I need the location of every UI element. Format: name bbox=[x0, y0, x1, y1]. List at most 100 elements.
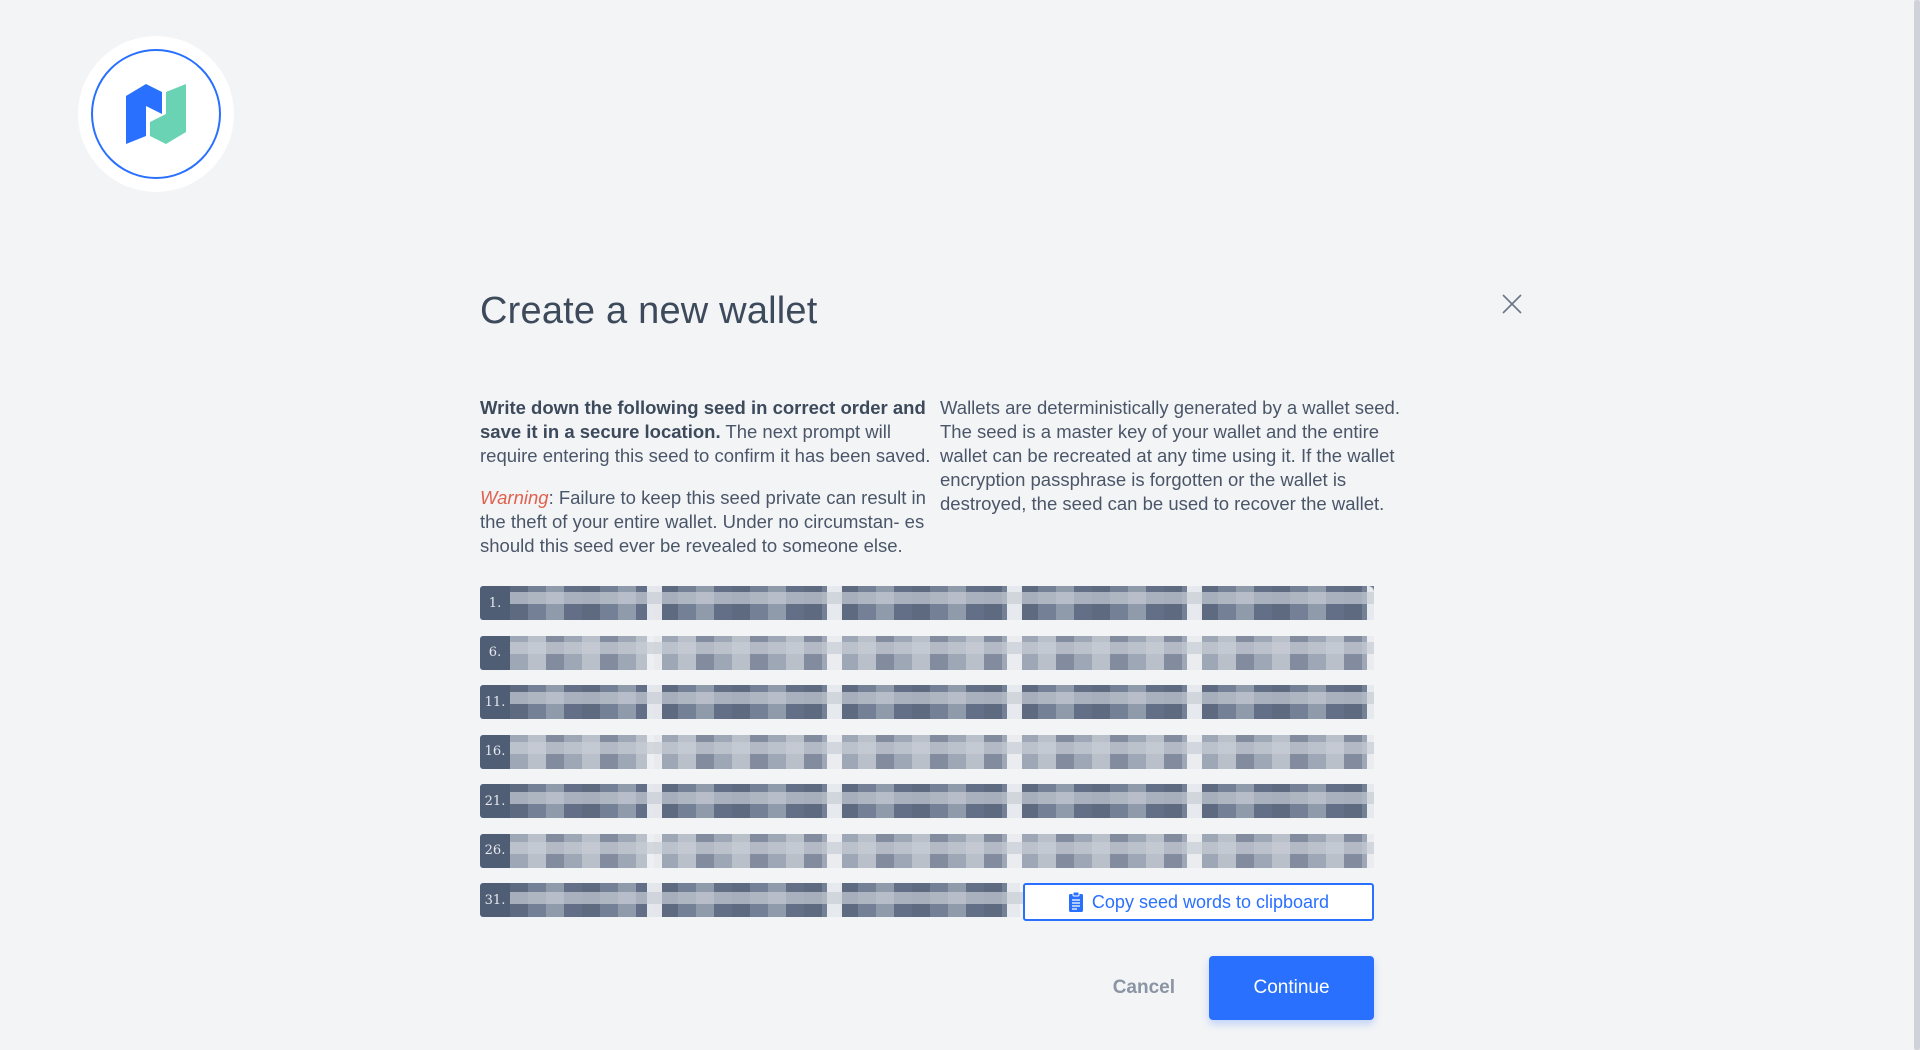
seed-word-redacted bbox=[1200, 784, 1374, 818]
seed-cell: 11. bbox=[480, 685, 660, 719]
seed-cell bbox=[1200, 635, 1374, 670]
continue-button[interactable]: Continue bbox=[1209, 956, 1374, 1020]
seed-word-redacted bbox=[1020, 833, 1200, 868]
seed-word-redacted bbox=[1020, 586, 1200, 620]
seed-row: 26. bbox=[480, 833, 1374, 868]
seed-cell bbox=[1200, 734, 1374, 769]
seed-word-redacted bbox=[660, 734, 840, 769]
seed-word-redacted bbox=[510, 833, 660, 868]
seed-cell bbox=[660, 586, 840, 620]
seed-word-redacted bbox=[840, 635, 1020, 670]
seed-word-grid: 1. 6. 11. 16. 21. 26. 31. bbox=[480, 586, 1374, 933]
warning-paragraph: Warning: Failure to keep this seed priva… bbox=[480, 486, 940, 558]
seed-cell bbox=[1020, 586, 1200, 620]
dialog-actions: Cancel Continue bbox=[480, 956, 1374, 1020]
seed-number: 1. bbox=[480, 586, 510, 620]
seed-word-redacted bbox=[510, 685, 660, 719]
seed-row: 1. bbox=[480, 586, 1374, 620]
seed-row: 6. bbox=[480, 635, 1374, 670]
info-columns: Write down the following seed in correct… bbox=[480, 396, 1400, 576]
seed-word-redacted bbox=[660, 586, 840, 620]
seed-cell bbox=[840, 635, 1020, 670]
seed-cell bbox=[660, 784, 840, 818]
seed-word-redacted bbox=[1200, 586, 1374, 620]
seed-cell bbox=[660, 833, 840, 868]
seed-cell bbox=[840, 685, 1020, 719]
seed-cell bbox=[1200, 586, 1374, 620]
copy-seed-label: Copy seed words to clipboard bbox=[1091, 891, 1330, 912]
instructions-column: Write down the following seed in correct… bbox=[480, 396, 940, 576]
create-wallet-dialog: Create a new wallet Write down the follo… bbox=[480, 290, 1522, 1020]
seed-cell: 26. bbox=[480, 833, 660, 868]
seed-row: 21. bbox=[480, 784, 1374, 818]
close-icon bbox=[1502, 294, 1522, 314]
close-button[interactable] bbox=[1498, 290, 1526, 318]
seed-row: 11. bbox=[480, 685, 1374, 719]
seed-word-redacted bbox=[510, 586, 660, 620]
app-logo bbox=[78, 36, 234, 192]
seed-cell bbox=[1020, 685, 1200, 719]
seed-word-redacted bbox=[1020, 734, 1200, 769]
seed-cell: 6. bbox=[480, 635, 660, 670]
seed-cell bbox=[1020, 635, 1200, 670]
seed-cell bbox=[1020, 833, 1200, 868]
seed-number: 6. bbox=[480, 635, 510, 670]
seed-word-redacted bbox=[840, 734, 1020, 769]
seed-cell: 31. bbox=[480, 883, 660, 917]
explanation-column: Wallets are deterministically generated … bbox=[940, 396, 1400, 576]
vertical-scrollbar[interactable] bbox=[1914, 0, 1920, 1050]
seed-word-redacted bbox=[840, 833, 1020, 868]
page-title: Create a new wallet bbox=[480, 290, 818, 332]
seed-cell bbox=[1200, 833, 1374, 868]
seed-cell bbox=[840, 734, 1020, 769]
seed-word-redacted bbox=[660, 784, 840, 818]
seed-row: 16. bbox=[480, 734, 1374, 769]
seed-word-redacted bbox=[510, 635, 660, 670]
seed-word-redacted bbox=[660, 635, 840, 670]
seed-cell bbox=[1200, 685, 1374, 719]
logo-ring bbox=[91, 49, 221, 179]
seed-word-redacted bbox=[1020, 784, 1200, 818]
seed-cell bbox=[840, 586, 1020, 620]
seed-word-redacted bbox=[1200, 635, 1374, 670]
seed-cell bbox=[1020, 734, 1200, 769]
seed-word-redacted bbox=[1200, 685, 1374, 719]
seed-word-redacted bbox=[1200, 734, 1374, 769]
cancel-button[interactable]: Cancel bbox=[1113, 977, 1175, 999]
seed-cell: 16. bbox=[480, 734, 660, 769]
seed-number: 16. bbox=[480, 734, 510, 769]
seed-cell bbox=[1200, 784, 1374, 818]
seed-word-redacted bbox=[510, 734, 660, 769]
seed-word-redacted bbox=[840, 784, 1020, 818]
seed-cell: 21. bbox=[480, 784, 660, 818]
warning-label: Warning bbox=[480, 487, 549, 508]
seed-cell bbox=[660, 883, 840, 917]
seed-number: 11. bbox=[480, 685, 510, 719]
seed-word-redacted bbox=[1020, 635, 1200, 670]
seed-cell bbox=[840, 833, 1020, 868]
seed-word-redacted bbox=[840, 586, 1020, 620]
seed-word-redacted bbox=[510, 784, 660, 818]
seed-word-redacted bbox=[510, 883, 660, 917]
scrollbar-thumb[interactable] bbox=[1914, 0, 1920, 1050]
seed-word-redacted bbox=[660, 833, 840, 868]
seed-word-redacted bbox=[1020, 685, 1200, 719]
seed-word-redacted bbox=[660, 685, 840, 719]
seed-word-redacted bbox=[840, 685, 1020, 719]
explanation-paragraph: Wallets are deterministically generated … bbox=[940, 397, 1400, 514]
seed-cell: 1. bbox=[480, 586, 660, 620]
seed-cell bbox=[840, 883, 1020, 917]
decred-logo-icon bbox=[126, 84, 186, 144]
copy-seed-button[interactable]: Copy seed words to clipboard bbox=[1023, 883, 1374, 921]
seed-cell bbox=[660, 685, 840, 719]
seed-cell bbox=[660, 734, 840, 769]
seed-word-redacted bbox=[840, 883, 1020, 917]
seed-word-redacted bbox=[1200, 833, 1374, 868]
seed-cell bbox=[660, 635, 840, 670]
seed-number: 31. bbox=[480, 883, 510, 917]
seed-cell bbox=[1020, 784, 1200, 818]
seed-number: 21. bbox=[480, 784, 510, 818]
clipboard-icon bbox=[1068, 891, 1083, 912]
seed-word-redacted bbox=[660, 883, 840, 917]
instructions-paragraph: Write down the following seed in correct… bbox=[480, 396, 940, 468]
